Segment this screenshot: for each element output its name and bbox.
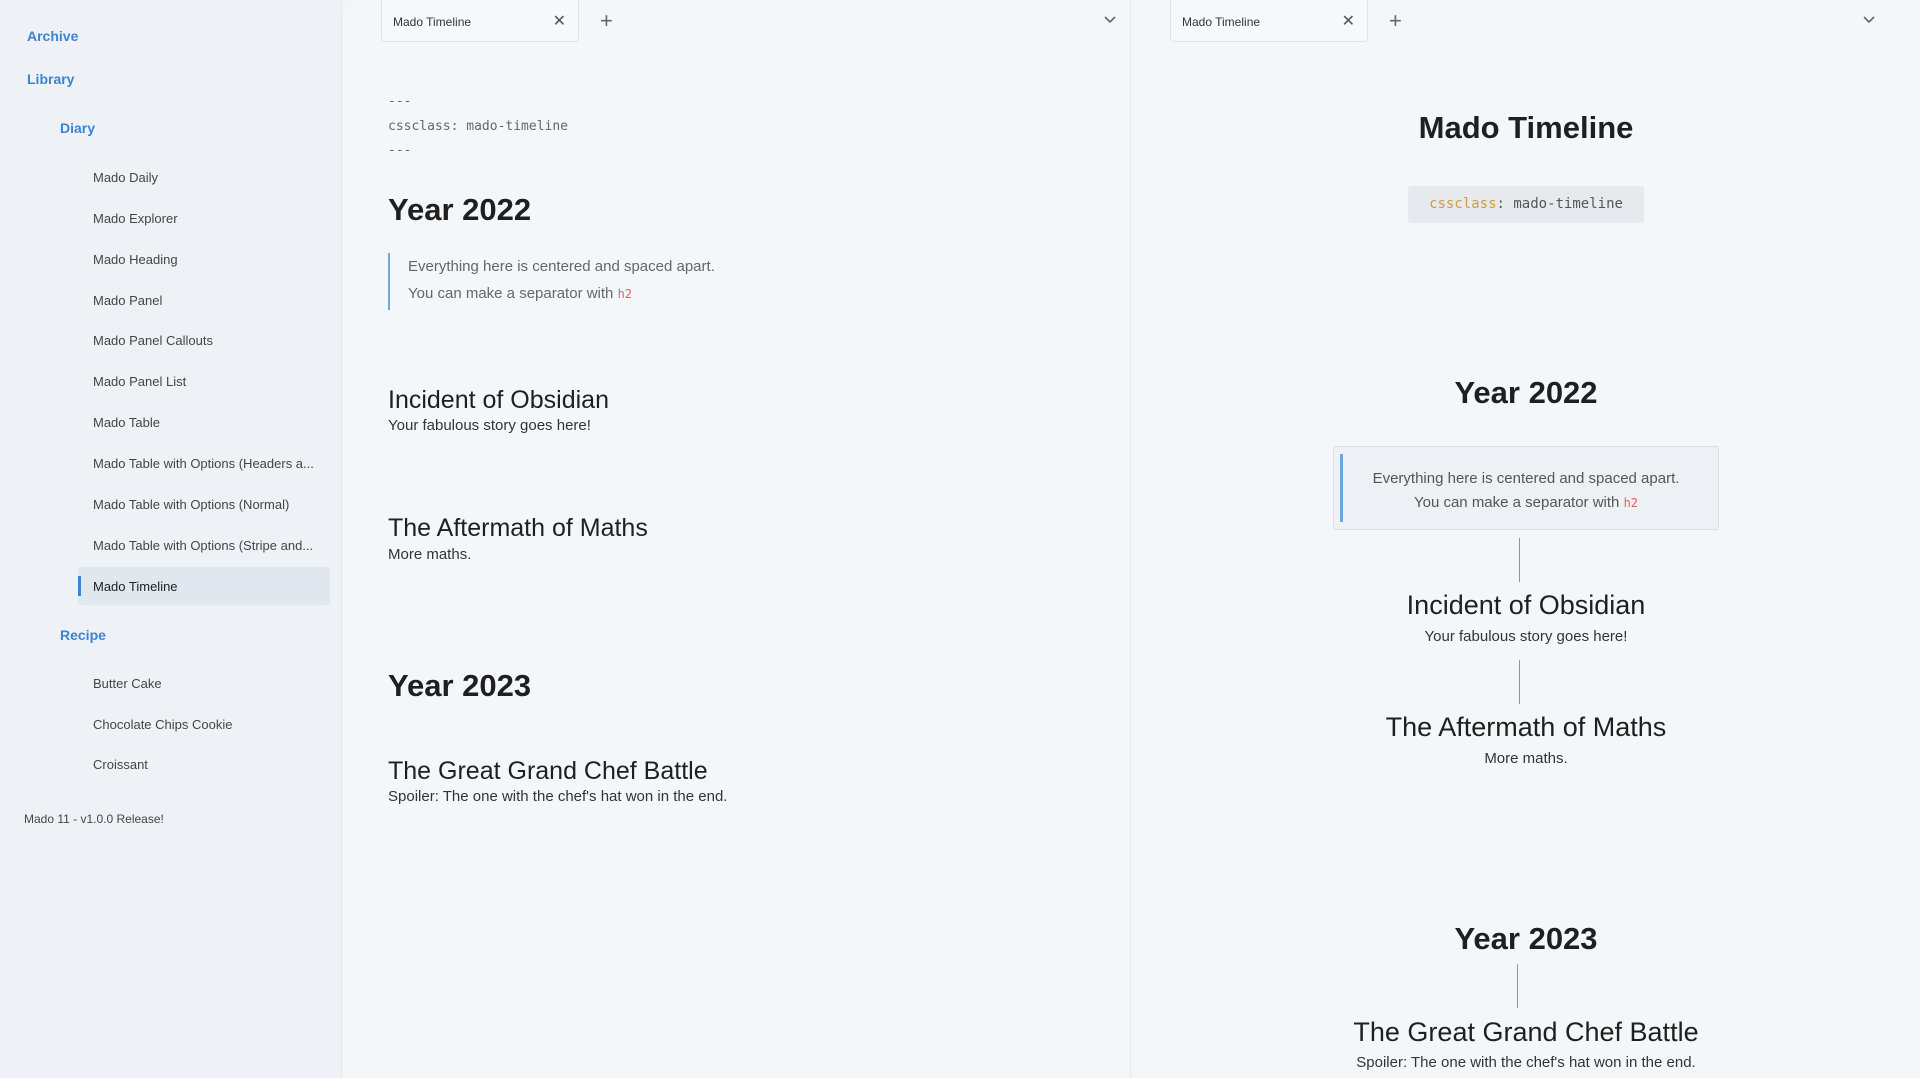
tab-title: Mado Timeline: [1182, 15, 1261, 29]
file-croissant[interactable]: Croissant: [93, 757, 148, 772]
editor-heading-year-2023: Year 2023: [388, 668, 532, 703]
plus-icon[interactable]: +: [1389, 8, 1402, 34]
quote-line-2: You can make a separator with h2: [408, 280, 715, 308]
frontmatter-open: ---: [388, 94, 412, 109]
frontmatter-close: ---: [388, 143, 412, 158]
editor-heading-chef: The Great Grand Chef Battle: [388, 757, 708, 785]
preview-text-incident: Your fabulous story goes here!: [1424, 628, 1628, 645]
file-mado-timeline[interactable]: Mado Timeline: [93, 579, 178, 594]
editor-blockquote: Everything here is centered and spaced a…: [388, 253, 715, 310]
editor-heading-maths: The Aftermath of Maths: [388, 514, 648, 542]
quote-line-1: Everything here is centered and spaced a…: [408, 258, 715, 275]
close-icon[interactable]: ✕: [1342, 11, 1355, 31]
preview-pane: Mado Timeline ✕ + Mado Timeline cssclass…: [1132, 0, 1920, 1078]
editor-heading-incident: Incident of Obsidian: [388, 386, 609, 414]
folder-recipe[interactable]: Recipe: [60, 627, 106, 643]
chevron-down-icon[interactable]: [1860, 11, 1878, 29]
preview-heading-year-2022: Year 2022: [1454, 375, 1598, 410]
file-mado-panel-callouts[interactable]: Mado Panel Callouts: [93, 333, 213, 348]
file-mado-panel[interactable]: Mado Panel: [93, 293, 162, 308]
quote-line-2: You can make a separator with h2: [1334, 491, 1718, 515]
preview-page-title: Mado Timeline: [1418, 110, 1634, 145]
tab-mado-timeline-left[interactable]: Mado Timeline ✕: [381, 0, 579, 42]
timeline-connector: [1519, 660, 1520, 704]
file-mado-panel-list[interactable]: Mado Panel List: [93, 374, 186, 389]
timeline-connector: [1517, 964, 1518, 1008]
blockquote-accent-bar: [1340, 454, 1343, 522]
editor-text-chef: Spoiler: The one with the chef's hat won…: [388, 788, 728, 805]
file-butter-cake[interactable]: Butter Cake: [93, 676, 162, 691]
folder-archive[interactable]: Archive: [27, 28, 78, 44]
preview-heading-year-2023: Year 2023: [1454, 921, 1598, 956]
preview-text-maths: More maths.: [1484, 750, 1568, 767]
close-icon[interactable]: ✕: [553, 11, 566, 31]
preview-text-chef: Spoiler: The one with the chef's hat won…: [1356, 1054, 1696, 1071]
file-mado-heading[interactable]: Mado Heading: [93, 252, 178, 267]
tab-mado-timeline-right[interactable]: Mado Timeline ✕: [1170, 0, 1368, 42]
timeline-connector: [1519, 538, 1520, 582]
editor-pane: Mado Timeline ✕ + --- cssclass: mado-tim…: [343, 0, 1131, 1078]
quote-line-2-text: You can make a separator with: [1413, 494, 1624, 511]
file-explorer-sidebar: Archive Library Diary Mado Daily Mado Ex…: [0, 0, 342, 1078]
preview-blockquote: Everything here is centered and spaced a…: [1333, 446, 1719, 530]
tab-title: Mado Timeline: [393, 15, 472, 29]
inline-code-h2: h2: [617, 287, 633, 301]
editor-heading-year-2022: Year 2022: [388, 192, 532, 227]
editor-text-incident: Your fabulous story goes here!: [388, 417, 591, 434]
property-separator: :: [1496, 196, 1514, 212]
property-key: cssclass: [1429, 196, 1497, 212]
preview-heading-chef: The Great Grand Chef Battle: [1353, 1017, 1699, 1047]
preview-heading-maths: The Aftermath of Maths: [1385, 712, 1667, 742]
file-chocolate-chips-cookie[interactable]: Chocolate Chips Cookie: [93, 717, 232, 732]
file-mado-table-options-normal[interactable]: Mado Table with Options (Normal): [93, 497, 289, 512]
editor-text-maths: More maths.: [388, 546, 472, 563]
chevron-down-icon[interactable]: [1101, 11, 1119, 29]
inline-code-h2: h2: [1623, 496, 1639, 510]
vault-footer[interactable]: Mado 11 - v1.0.0 Release!: [24, 812, 164, 826]
preview-cssclass-property: cssclass: mado-timeline: [1408, 186, 1644, 223]
active-file-indicator: [78, 576, 81, 596]
quote-line-2-text: You can make a separator with: [408, 285, 618, 302]
quote-line-1: Everything here is centered and spaced a…: [1372, 470, 1680, 487]
file-mado-daily[interactable]: Mado Daily: [93, 170, 158, 185]
frontmatter-cssclass: cssclass: mado-timeline: [388, 119, 569, 134]
plus-icon[interactable]: +: [600, 8, 613, 34]
file-mado-table-options-stripe[interactable]: Mado Table with Options (Stripe and...: [93, 538, 313, 553]
preview-heading-incident: Incident of Obsidian: [1406, 590, 1646, 620]
property-value: mado-timeline: [1513, 196, 1623, 212]
file-mado-explorer[interactable]: Mado Explorer: [93, 211, 178, 226]
folder-library[interactable]: Library: [27, 71, 74, 87]
file-mado-table-options-headers[interactable]: Mado Table with Options (Headers a...: [93, 456, 314, 471]
file-mado-table[interactable]: Mado Table: [93, 415, 160, 430]
folder-diary[interactable]: Diary: [60, 120, 95, 136]
